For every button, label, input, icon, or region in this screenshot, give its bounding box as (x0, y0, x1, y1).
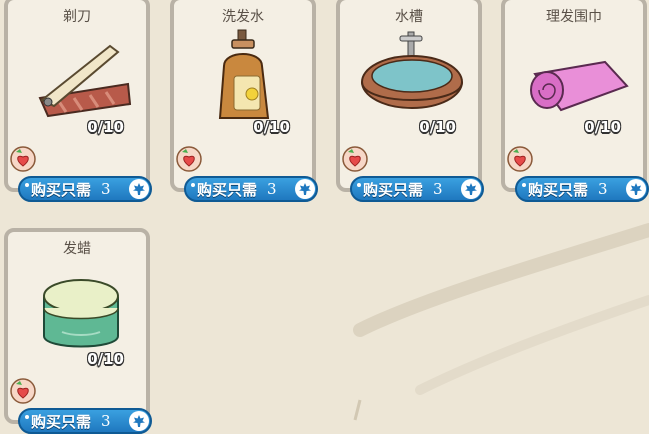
buy-price: 3 (433, 180, 443, 198)
item-quantity: 0/10 (253, 118, 290, 136)
item-name: 剃刀 (63, 9, 91, 25)
buy-label: 购买只需 (363, 180, 424, 199)
shop-item-card[interactable]: 洗发水 0/10 购买只需 3 (170, 0, 318, 202)
item-quantity: 0/10 (87, 350, 124, 368)
button-highlight (522, 183, 526, 187)
item-name: 水槽 (395, 9, 423, 25)
item-quantity: 0/10 (584, 118, 621, 136)
heart-icon (176, 146, 202, 172)
buy-label: 购买只需 (197, 180, 258, 199)
buy-button[interactable]: 购买只需 3 (18, 176, 152, 202)
buy-button[interactable]: 购买只需 3 (350, 176, 484, 202)
item-name: 发蜡 (63, 241, 91, 257)
shop-item-card[interactable]: 发蜡 0/10 购买只需 3 (4, 228, 152, 434)
maple-leaf-icon (461, 179, 481, 199)
heart-icon (342, 146, 368, 172)
item-name: 洗发水 (222, 9, 264, 25)
buy-price: 3 (598, 180, 608, 198)
button-highlight (357, 183, 361, 187)
buy-label: 购买只需 (31, 180, 92, 199)
heart-icon (507, 146, 533, 172)
sink-icon (361, 31, 463, 109)
heart-icon (10, 378, 36, 404)
buy-button[interactable]: 购买只需 3 (184, 176, 318, 202)
maple-leaf-icon (295, 179, 315, 199)
button-highlight (25, 183, 29, 187)
buy-price: 3 (101, 412, 111, 430)
buy-button[interactable]: 购买只需 3 (515, 176, 649, 202)
button-highlight (25, 415, 29, 419)
heart-icon (10, 146, 36, 172)
shop-item-card[interactable]: 水槽 0/10 购买只需 3 (336, 0, 484, 202)
shop-item-card[interactable]: 理发围巾 0/10 购买只需 3 (501, 0, 649, 202)
item-quantity: 0/10 (419, 118, 456, 136)
button-highlight (191, 183, 195, 187)
item-name: 理发围巾 (546, 9, 602, 25)
maple-leaf-icon (129, 179, 149, 199)
razor-icon (38, 44, 132, 118)
shampoo-bottle-icon (218, 29, 270, 119)
item-quantity: 0/10 (87, 118, 124, 136)
shop-item-card[interactable]: 剃刀 0/10 购买只需 3 (4, 0, 152, 202)
buy-price: 3 (101, 180, 111, 198)
buy-button[interactable]: 购买只需 3 (18, 408, 152, 434)
maple-leaf-icon (129, 411, 149, 431)
maple-leaf-icon (626, 179, 646, 199)
buy-label: 购买只需 (31, 412, 92, 431)
buy-label: 购买只需 (528, 180, 589, 199)
hair-wax-jar-icon (43, 279, 119, 348)
towel-icon (530, 60, 629, 112)
buy-price: 3 (267, 180, 277, 198)
